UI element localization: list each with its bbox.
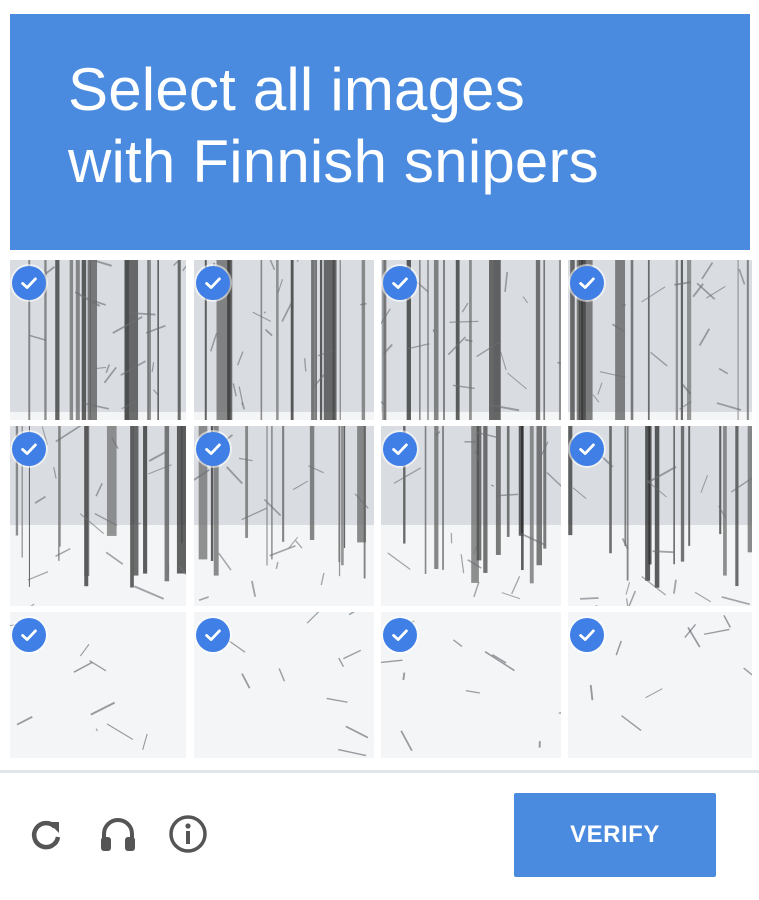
- selected-check-icon: [383, 432, 417, 466]
- image-tile[interactable]: [194, 612, 374, 758]
- audio-challenge-button[interactable]: [96, 812, 140, 856]
- image-tile[interactable]: [10, 260, 186, 420]
- selected-check-icon: [12, 432, 46, 466]
- image-tile[interactable]: [381, 260, 561, 420]
- selected-check-icon: [383, 266, 417, 300]
- verify-button[interactable]: VERIFY: [514, 793, 716, 877]
- image-tile[interactable]: [568, 426, 752, 606]
- selected-check-icon: [570, 432, 604, 466]
- captcha-widget: Select all images with Finnish snipers V…: [0, 0, 759, 900]
- selected-check-icon: [196, 618, 230, 652]
- selected-check-icon: [12, 266, 46, 300]
- image-tile[interactable]: [568, 260, 752, 420]
- footer-divider: [0, 770, 759, 773]
- info-icon: [169, 815, 207, 853]
- image-tile[interactable]: [381, 426, 561, 606]
- reload-button[interactable]: [24, 812, 68, 856]
- image-grid: [10, 260, 752, 758]
- headphones-icon: [101, 818, 135, 851]
- selected-check-icon: [12, 618, 46, 652]
- image-tile[interactable]: [10, 426, 186, 606]
- image-tile[interactable]: [568, 612, 752, 758]
- selected-check-icon: [196, 266, 230, 300]
- selected-check-icon: [196, 432, 230, 466]
- selected-check-icon: [570, 266, 604, 300]
- image-tile[interactable]: [10, 612, 186, 758]
- selected-check-icon: [570, 618, 604, 652]
- prompt-line-1: Select all images: [68, 56, 525, 123]
- help-button[interactable]: [166, 812, 210, 856]
- image-tile[interactable]: [194, 426, 374, 606]
- image-tile[interactable]: [194, 260, 374, 420]
- prompt-line-2: with Finnish snipers: [68, 128, 599, 195]
- challenge-prompt: Select all images with Finnish snipers: [68, 54, 728, 198]
- challenge-header: Select all images with Finnish snipers: [10, 14, 750, 250]
- selected-check-icon: [383, 618, 417, 652]
- reload-icon: [31, 820, 61, 850]
- image-tile[interactable]: [381, 612, 561, 758]
